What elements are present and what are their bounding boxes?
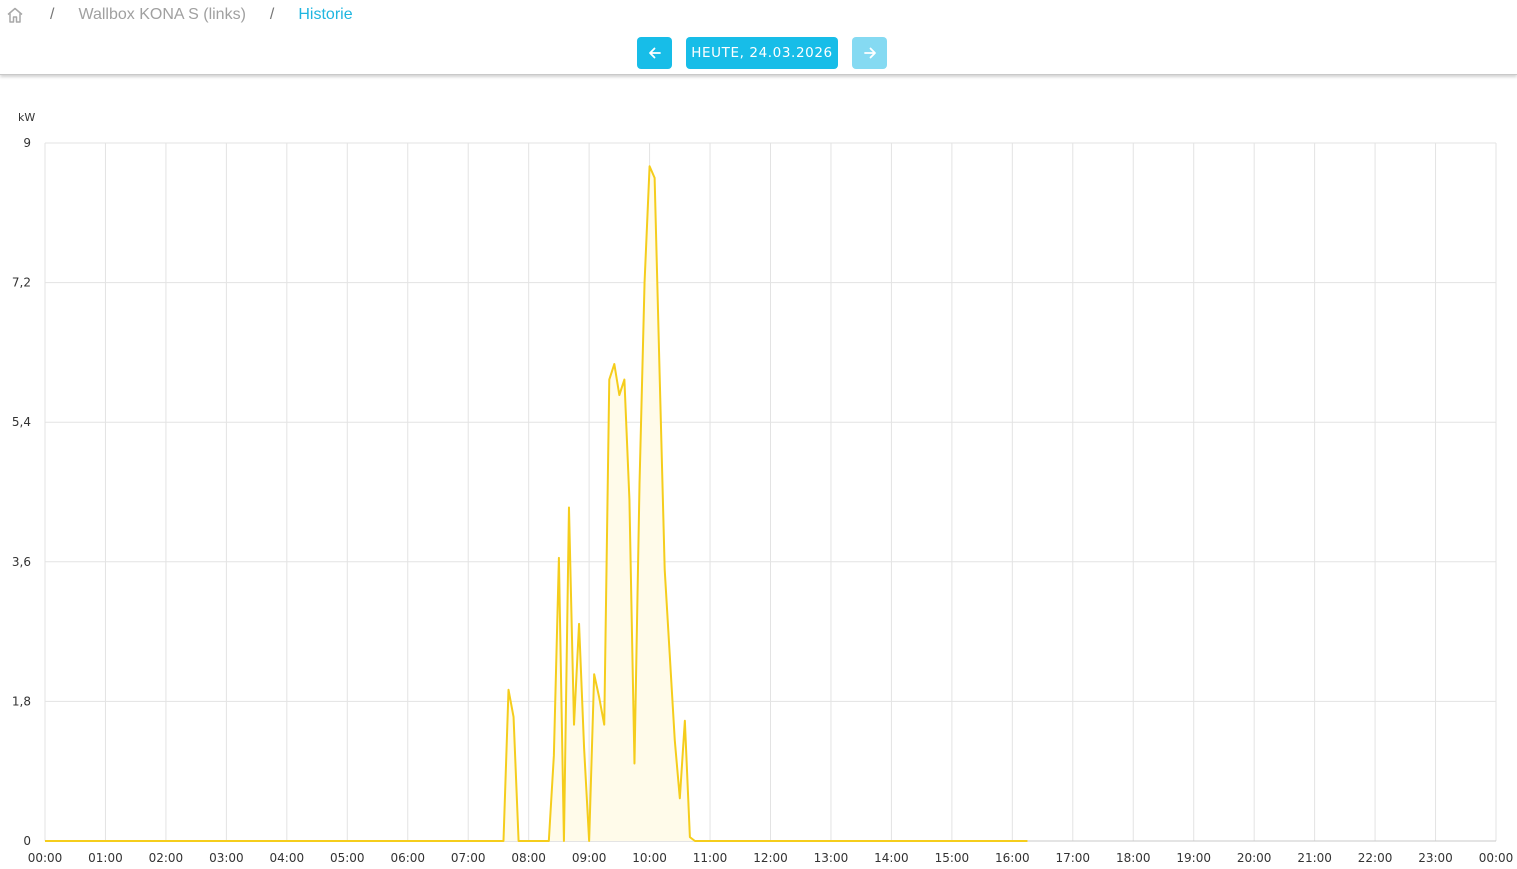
x-tick-label: 06:00 (390, 851, 425, 864)
y-tick-label: 0 (23, 834, 31, 848)
x-tick-label: 02:00 (149, 851, 184, 864)
home-icon[interactable] (6, 6, 24, 24)
x-tick-label: 11:00 (693, 851, 728, 864)
next-day-button[interactable] (852, 37, 887, 69)
x-tick-label: 00:00 (1479, 851, 1514, 864)
y-tick-label: 5,4 (12, 415, 31, 429)
series-line (45, 165, 1028, 842)
x-tick-label: 20:00 (1237, 851, 1272, 864)
x-tick-label: 08:00 (511, 851, 546, 864)
power-history-chart: 00:00 01:00 02:00 03:00 04:00 05:00 06:00 07:00… (0, 75, 1517, 865)
x-tick-label: 12:00 (753, 851, 788, 864)
y-tick-label: 7,2 (12, 276, 31, 290)
series-area-fill (45, 166, 1028, 841)
breadcrumb-separator: / (269, 6, 275, 23)
x-tick-label: 21:00 (1297, 851, 1332, 864)
breadcrumb-separator: / (50, 6, 55, 23)
arrow-right-icon (863, 47, 876, 59)
x-tick-label: 09:00 (572, 851, 607, 864)
previous-day-button[interactable] (637, 37, 672, 69)
x-tick-label: 13:00 (814, 851, 849, 864)
chart-svg: 00:00 01:00 02:00 03:00 04:00 05:00 06:00 07:00… (12, 111, 1514, 865)
x-tick-label: 17:00 (1055, 851, 1090, 864)
x-tick-label: 00:00 (28, 851, 63, 864)
x-tick-label: 04:00 (270, 851, 305, 864)
breadcrumb-device-link[interactable]: Wallbox KONA S (links) (78, 6, 245, 24)
breadcrumb-current: Historie (298, 6, 353, 23)
y-tick-label: 3,6 (12, 555, 31, 569)
x-tick-label: 14:00 (874, 851, 909, 864)
y-tick-label: 1,8 (12, 694, 31, 708)
date-navigation: HEUTE, 24.03.2026 (0, 37, 1517, 69)
y-tick-label: 9 (23, 136, 31, 150)
x-tick-label: 22:00 (1358, 851, 1393, 864)
x-tick-label: 19:00 (1176, 851, 1211, 864)
x-tick-label: 18:00 (1116, 851, 1151, 864)
x-tick-label: 16:00 (995, 851, 1030, 864)
top-bar: / Wallbox KONA S (links) / Historie HEUT… (0, 0, 1517, 75)
x-tick-label: 15:00 (935, 851, 970, 864)
breadcrumb: / Wallbox KONA S (links) / Historie (6, 4, 353, 26)
y-axis-label: kW (18, 111, 35, 124)
arrow-left-icon (648, 47, 661, 59)
x-tick-label: 03:00 (209, 851, 244, 864)
date-picker-button[interactable]: HEUTE, 24.03.2026 (686, 37, 838, 69)
x-tick-label: 05:00 (330, 851, 365, 864)
x-tick-label: 10:00 (632, 851, 667, 864)
x-tick-label: 01:00 (88, 851, 123, 864)
x-tick-label: 23:00 (1418, 851, 1453, 864)
x-tick-label: 07:00 (451, 851, 486, 864)
